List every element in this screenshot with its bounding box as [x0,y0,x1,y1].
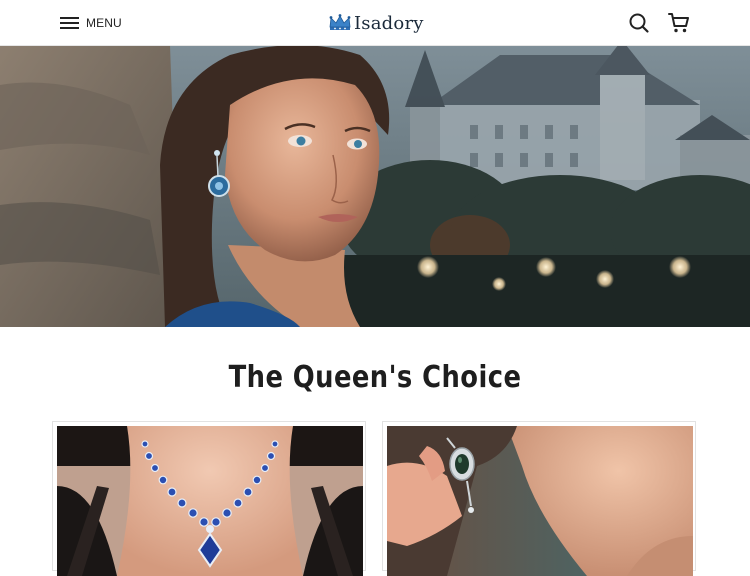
cart-icon [668,13,689,33]
product-card[interactable] [382,421,696,576]
crown-logo-icon [329,14,351,30]
search-icon [629,13,649,33]
menu-label: MENU [86,16,122,30]
hamburger-menu-icon [60,16,79,30]
section-title: The Queen's Choice [228,360,522,395]
product-image [387,426,693,576]
brand-logo[interactable]: Isadory [327,10,424,36]
product-image [57,426,363,576]
product-card[interactable] [52,421,366,576]
search-button[interactable] [627,11,651,35]
cart-button[interactable] [667,11,691,35]
hero-banner[interactable] [0,45,750,327]
brand-name: Isadory [354,12,424,34]
menu-button[interactable]: MENU [60,13,122,33]
hero-image [0,45,750,327]
site-header: MENU Isadory [0,0,750,45]
